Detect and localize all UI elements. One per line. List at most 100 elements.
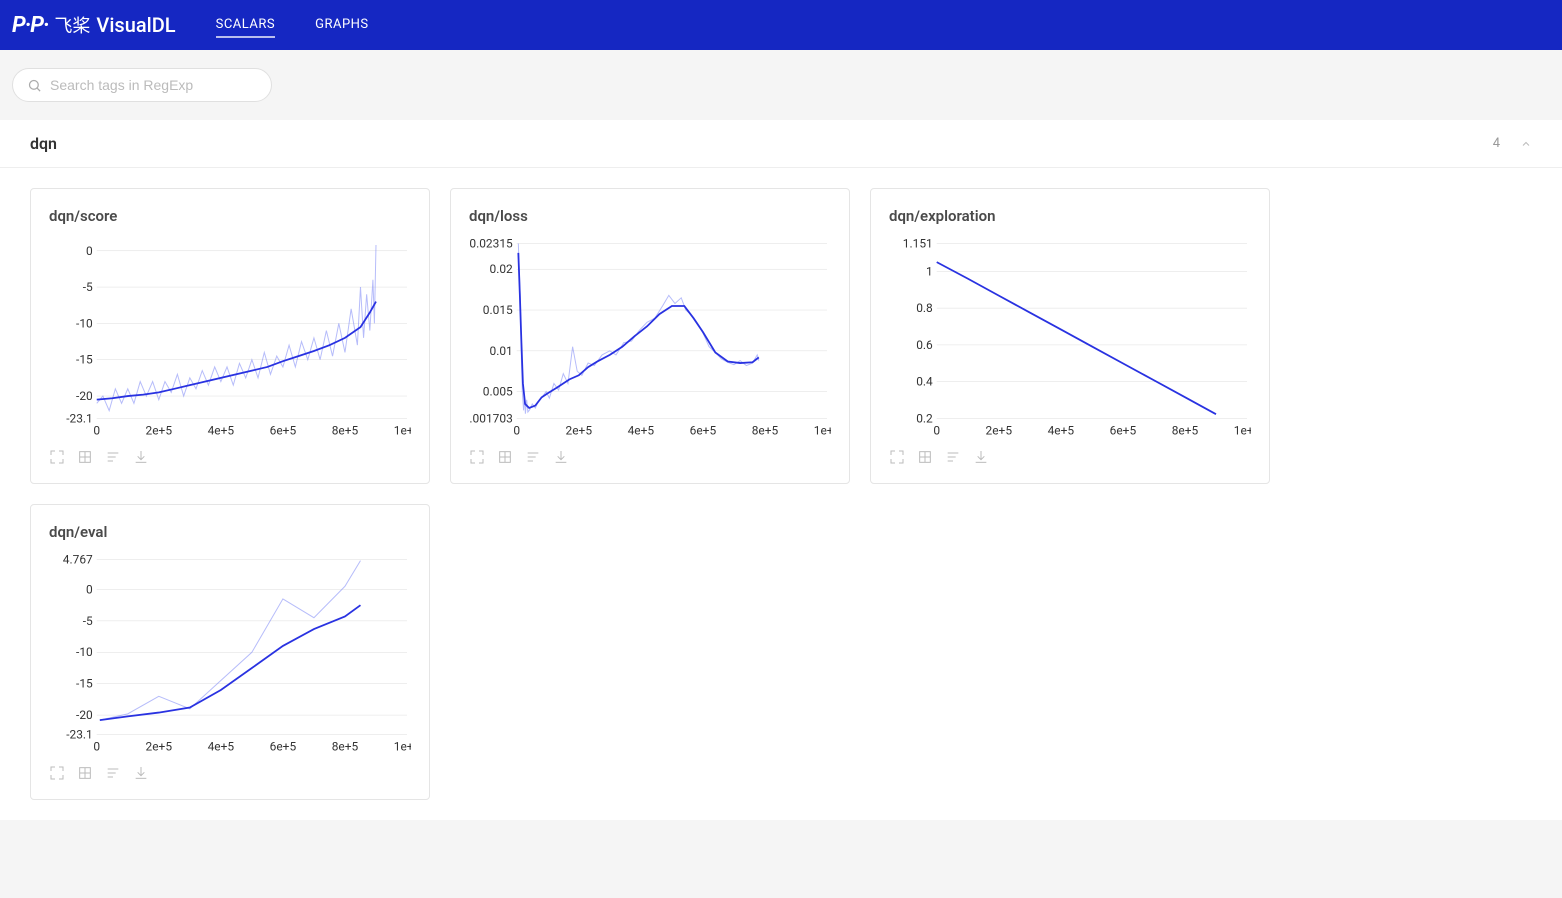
svg-text:-15: -15 (76, 677, 93, 691)
maximize-icon[interactable] (49, 449, 65, 465)
svg-text:-5: -5 (83, 614, 93, 628)
tab-scalars[interactable]: SCALARS (216, 13, 276, 38)
series-smoothed (97, 302, 376, 400)
maximize-icon[interactable] (469, 449, 485, 465)
section-count: 4 (1493, 136, 1500, 151)
chart-toolbar (889, 449, 1251, 465)
chart-area[interactable]: 0.0017030.0050.010.0150.020.0231502e+54e… (469, 237, 831, 437)
search-input[interactable] (50, 77, 257, 93)
yaxis-toggle-icon[interactable] (105, 765, 121, 781)
download-icon[interactable] (973, 449, 989, 465)
chart-area[interactable]: -23.1 -20 -15 -10 -5 0 4.767 0 2e+5 4e+5 6e+5 8e+5 1… (49, 553, 411, 753)
chart-toolbar (49, 765, 411, 781)
svg-text:4e+5: 4e+5 (1048, 423, 1075, 437)
svg-text:1e+6: 1e+6 (1234, 423, 1251, 437)
restore-icon[interactable] (917, 449, 933, 465)
svg-text:1.151: 1.151 (903, 237, 933, 250)
chart-title: dqn/loss (469, 207, 831, 225)
chart-card: dqn/eval -23.1 -20 -15 -10 -5 0 4.767 0 2e+5 4e+5… (30, 504, 430, 800)
svg-text:0.8: 0.8 (916, 301, 933, 315)
chart-svg: -23.1 -20 -15 -10 -5 0 0 2e+5 4e+5 6e+5 8e+5 1e+6 (49, 237, 411, 437)
series-smoothed (100, 605, 361, 720)
svg-text:6e+5: 6e+5 (270, 423, 297, 437)
section-meta: 4 (1493, 136, 1532, 151)
svg-text:-23.1: -23.1 (66, 728, 93, 742)
chart-svg: -23.1 -20 -15 -10 -5 0 4.767 0 2e+5 4e+5 6e+5 8e+5 1… (49, 553, 411, 753)
chart-area[interactable]: 0.20.40.60.811.15102e+54e+56e+58e+51e+6 (889, 237, 1251, 437)
chart-toolbar (469, 449, 831, 465)
chart-svg: 0.20.40.60.811.15102e+54e+56e+58e+51e+6 (889, 237, 1251, 437)
chart-area[interactable]: -23.1 -20 -15 -10 -5 0 0 2e+5 4e+5 6e+5 8e+5 1e+6 (49, 237, 411, 437)
yaxis-toggle-icon[interactable] (945, 449, 961, 465)
brand-cn: 飞桨 (54, 12, 90, 38)
svg-text:1e+6: 1e+6 (394, 423, 411, 437)
chart-title: dqn/eval (49, 523, 411, 541)
svg-text:0.2: 0.2 (916, 412, 933, 426)
maximize-icon[interactable] (889, 449, 905, 465)
svg-text:0.015: 0.015 (483, 303, 513, 317)
svg-text:0: 0 (93, 423, 100, 437)
svg-text:1e+6: 1e+6 (394, 739, 411, 753)
svg-text:0.02315: 0.02315 (469, 237, 513, 250)
svg-text:0.005: 0.005 (483, 385, 513, 399)
search-icon (27, 78, 42, 93)
section-dqn: dqn 4 dqn/score -23.1-20-15-10-5002e+54e… (0, 120, 1562, 820)
restore-icon[interactable] (77, 765, 93, 781)
series-raw (100, 561, 361, 721)
download-icon[interactable] (553, 449, 569, 465)
search-wrap[interactable] (12, 68, 272, 102)
svg-text:-10: -10 (76, 316, 93, 330)
yaxis-toggle-icon[interactable] (105, 449, 121, 465)
section-title: dqn (30, 134, 57, 153)
brand-name: VisualDL (96, 13, 175, 37)
svg-text:4e+5: 4e+5 (208, 423, 235, 437)
maximize-icon[interactable] (49, 765, 65, 781)
svg-text:0.02: 0.02 (490, 262, 514, 276)
svg-text:2e+5: 2e+5 (986, 423, 1013, 437)
svg-text:6e+5: 6e+5 (1110, 423, 1137, 437)
svg-text:0: 0 (86, 582, 93, 596)
svg-text:-20: -20 (76, 389, 93, 403)
svg-text:-10: -10 (76, 645, 93, 659)
chevron-up-icon[interactable] (1520, 138, 1532, 150)
download-icon[interactable] (133, 449, 149, 465)
svg-text:0: 0 (513, 423, 520, 437)
svg-text:0.001703: 0.001703 (469, 412, 513, 426)
svg-text:-15: -15 (76, 353, 93, 367)
svg-text:0.4: 0.4 (916, 375, 933, 389)
restore-icon[interactable] (77, 449, 93, 465)
brand-mark: P·P· (12, 13, 48, 38)
svg-text:0: 0 (933, 423, 940, 437)
yaxis-toggle-icon[interactable] (525, 449, 541, 465)
svg-text:2e+5: 2e+5 (146, 423, 173, 437)
svg-text:4e+5: 4e+5 (208, 739, 235, 753)
restore-icon[interactable] (497, 449, 513, 465)
svg-text:2e+5: 2e+5 (566, 423, 593, 437)
svg-text:8e+5: 8e+5 (332, 423, 359, 437)
svg-text:4.767: 4.767 (63, 553, 93, 566)
chart-card: dqn/score -23.1-20-15-10-5002e+54e+56e+5… (30, 188, 430, 484)
svg-text:0: 0 (93, 739, 100, 753)
series-raw (97, 245, 376, 411)
svg-text:2e+5: 2e+5 (146, 739, 173, 753)
svg-text:-5: -5 (83, 280, 93, 294)
download-icon[interactable] (133, 765, 149, 781)
svg-text:6e+5: 6e+5 (690, 423, 717, 437)
app-header: P·P· 飞桨 VisualDL SCALARS GRAPHS (0, 0, 1562, 50)
svg-text:1: 1 (926, 264, 933, 278)
svg-text:0: 0 (86, 244, 93, 258)
chart-card: dqn/loss 0.0017030.0050.010.0150.020.023… (450, 188, 850, 484)
svg-text:0.6: 0.6 (916, 338, 933, 352)
svg-text:8e+5: 8e+5 (332, 739, 359, 753)
svg-text:8e+5: 8e+5 (752, 423, 779, 437)
svg-text:6e+5: 6e+5 (270, 739, 297, 753)
svg-text:-23.1: -23.1 (66, 412, 93, 426)
chart-toolbar (49, 449, 411, 465)
chart-card: dqn/exploration 0.20.40.60.811.15102e+54… (870, 188, 1270, 484)
tab-graphs[interactable]: GRAPHS (315, 13, 369, 38)
search-bar (0, 50, 1562, 120)
svg-text:1e+6: 1e+6 (814, 423, 831, 437)
svg-text:4e+5: 4e+5 (628, 423, 655, 437)
svg-text:-20: -20 (76, 708, 93, 722)
brand-logo: P·P· 飞桨 VisualDL (12, 12, 176, 38)
